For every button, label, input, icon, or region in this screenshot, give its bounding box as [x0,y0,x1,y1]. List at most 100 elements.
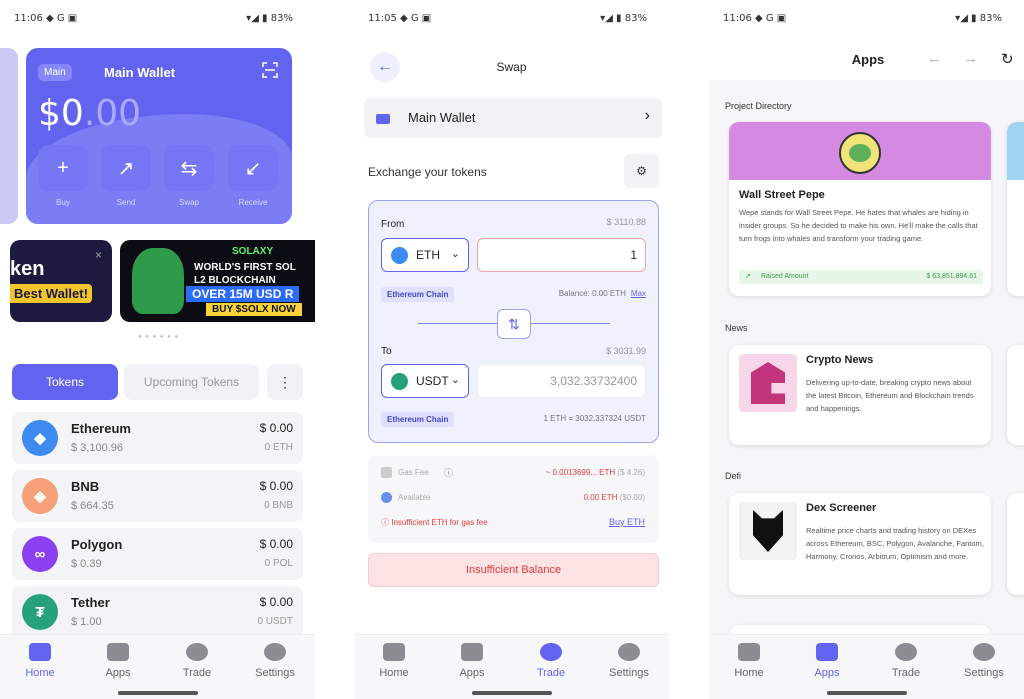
trade-icon [186,643,208,661]
card-title: Dex Screener [806,502,877,514]
receive-button[interactable]: ↙ [228,145,278,191]
swap-vertical-icon: ⇅ [508,315,520,332]
gas-fee-label: Gas Fee [398,468,429,477]
banner-text-bottom: Best Wallet! [10,284,92,303]
raised-bar: ↗ Raised Amount $ 63,851,894.61 [739,270,983,284]
dex-screener-logo [739,502,797,560]
nav-label: Settings [609,667,649,679]
home-screen: 11:06 ◆ G ▣ ▾◢ ▮ 83% Main Main Wallet $0… [0,0,315,699]
wallet-icon [383,643,405,661]
nav-home[interactable]: Home [719,643,779,679]
token-name: Ethereum [71,421,131,436]
nav-home[interactable]: Home [10,643,70,679]
nav-apps[interactable]: Apps [797,643,857,679]
bottom-nav: Home Apps Trade Settings [0,634,315,699]
raised-value: $ 63,851,894.61 [926,273,977,280]
gear-icon [264,643,286,661]
banner-line1: WORLD'S FIRST SOL [194,262,296,273]
ethereum-icon [391,247,408,264]
swap-button[interactable]: ⇆ [164,145,214,191]
from-token-select[interactable]: ETH ⌄ [381,238,469,272]
bottom-nav: Home Apps Trade Settings [709,634,1024,699]
forward-arrow-icon[interactable]: → [963,50,978,67]
battery-level: ▾◢ ▮ 83% [955,13,1002,24]
grid-icon [107,643,129,661]
nav-settings[interactable]: Settings [954,643,1014,679]
status-time: 11:05 [368,13,397,24]
exchange-label: Exchange your tokens [368,165,487,179]
token-symbol: USDT [416,374,449,388]
available-usd-text: ($0.00) [619,493,645,502]
next-project-card[interactable] [1007,122,1024,296]
arrow-up-right-icon: ↗ [117,157,135,180]
section-news: News [725,323,748,333]
to-token-select[interactable]: USDT ⌄ [381,364,469,398]
info-icon[interactable]: ⓘ [444,466,453,479]
wallet-icon [376,114,390,124]
next-news-card[interactable] [1007,345,1024,445]
nav-trade[interactable]: Trade [876,643,936,679]
nav-settings[interactable]: Settings [599,643,659,679]
trend-icon: ↗ [745,273,751,280]
nav-apps[interactable]: Apps [88,643,148,679]
token-row-tether[interactable]: ₮ Tether $ 1.00 $ 0.00 0 USDT [12,586,303,638]
token-amount: 0 USDT [257,616,293,627]
app-card-dex-screener[interactable]: Dex Screener Realtime price charts and t… [729,493,991,595]
project-card-wall-street-pepe[interactable]: Wall Street Pepe Wepe stands for Wall St… [729,122,991,296]
from-balance: Balance: 0.00 ETH Max [559,289,646,298]
bottom-nav: Home Apps Trade Settings [354,634,669,699]
tether-icon [391,373,408,390]
wallet-selector[interactable]: Main Wallet › [364,98,662,138]
available-label: Available [398,493,431,502]
token-row-ethereum[interactable]: ◆ Ethereum $ 3,100.96 $ 0.00 0 ETH [12,412,303,464]
divider [315,0,354,699]
bnb-icon: ◈ [22,478,58,514]
nav-apps[interactable]: Apps [442,643,502,679]
token-row-bnb[interactable]: ◈ BNB $ 664.35 $ 0.00 0 BNB [12,470,303,522]
nav-trade[interactable]: Trade [167,643,227,679]
buy-eth-link[interactable]: Buy ETH [609,517,645,527]
token-row-polygon[interactable]: ∞ Polygon $ 0.39 $ 0.00 0 POL [12,528,303,580]
tether-icon: ₮ [22,594,58,630]
refresh-icon[interactable]: ↻ [1001,50,1014,68]
nav-label: Home [379,667,409,679]
swap-settings-button[interactable]: ⚙ [624,154,659,188]
nav-label: Trade [536,667,566,679]
wallet-card[interactable]: Main Main Wallet $0.00 + ↗ ⇆ ↙ Buy Send … [26,48,292,224]
nav-label: Settings [255,667,295,679]
send-button[interactable]: ↗ [101,145,151,191]
previous-wallet-card[interactable] [0,48,18,224]
insufficient-gas-warning: ⓘ Insufficient ETH for gas fee [381,518,488,527]
scan-icon[interactable] [262,62,278,78]
max-button[interactable]: Max [631,289,646,298]
swap-direction-button[interactable]: ⇅ [497,309,531,339]
gear-icon [973,643,995,661]
back-arrow-icon[interactable]: ← [927,50,942,67]
best-wallet-banner[interactable]: × ken Best Wallet! [10,240,112,322]
chevron-right-icon: › [644,107,650,124]
pepe-mascot-image [132,248,184,314]
from-amount-input[interactable]: 1 [477,238,646,272]
swap-screen: 11:05 ◆ G ▣ ▾◢ ▮ 83% ← Swap Main Wallet … [354,0,669,699]
wallet-name: Main Wallet [408,110,476,125]
tab-upcoming-tokens[interactable]: Upcoming Tokens [124,364,259,400]
page-title: Swap [496,60,527,74]
status-bar: 11:06 ◆ G ▣ ▾◢ ▮ 83% [709,0,1024,38]
nav-settings[interactable]: Settings [245,643,305,679]
tab-tokens[interactable]: Tokens [12,364,118,400]
nav-trade[interactable]: Trade [521,643,581,679]
buy-button[interactable]: + [38,145,88,191]
crypto-news-logo [739,354,797,412]
close-icon[interactable]: × [95,248,102,262]
gas-fee-value: ~ 0.0013699... ETH ($ 4.26) [546,468,645,477]
app-card-crypto-news[interactable]: Crypto News Delivering up-to-date, break… [729,345,991,445]
more-options-icon[interactable]: ⋮ [267,364,303,400]
nav-label: Apps [105,667,131,679]
chevron-down-icon: ⌄ [450,374,460,386]
status-time: 11:06 [14,13,43,24]
token-symbol: ETH [416,248,440,262]
insufficient-balance-button[interactable]: Insufficient Balance [368,553,659,587]
nav-home[interactable]: Home [364,643,424,679]
next-defi-card[interactable] [1007,493,1024,595]
solaxy-banner[interactable]: SOLAXY WORLD'S FIRST SOL L2 BLOCKCHAIN O… [120,240,315,322]
